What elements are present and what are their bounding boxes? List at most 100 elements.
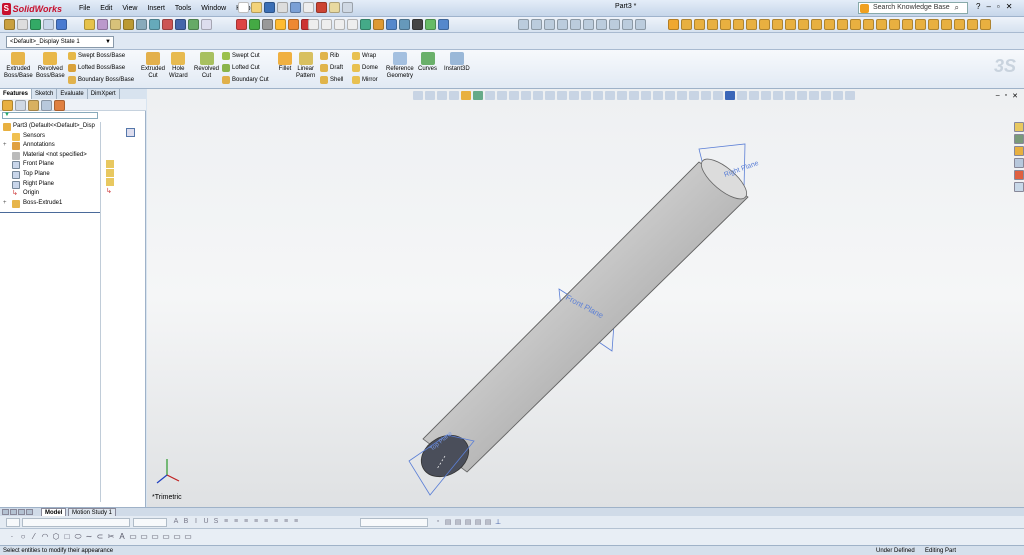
menu-tools[interactable]: Tools — [170, 3, 196, 14]
options-gear-icon[interactable] — [342, 2, 353, 13]
dimxpert-manager-icon[interactable] — [41, 100, 52, 111]
menu-edit[interactable]: Edit — [95, 3, 117, 14]
tree-item-origin[interactable]: ↳ Origin — [0, 189, 100, 199]
fillet-button[interactable]: Fillet — [278, 52, 292, 73]
extruded-cut-button[interactable]: Extruded Cut — [141, 52, 165, 80]
minimize-icon[interactable]: – — [986, 2, 990, 11]
toolbar-icon[interactable] — [928, 19, 939, 30]
first-tab-icon[interactable] — [2, 509, 9, 515]
tree-item-part[interactable]: Part3 (Default<<Default>_Disp — [0, 122, 100, 132]
toolbar-icon[interactable] — [412, 19, 423, 30]
toolbar-icon[interactable]: ▤ — [454, 518, 462, 526]
toolbar-icon[interactable] — [785, 19, 796, 30]
toolbar-icon[interactable] — [954, 19, 965, 30]
toolbar-icon[interactable]: ▭ — [151, 532, 159, 542]
text-icon[interactable]: A — [118, 532, 126, 542]
toolbar-icon[interactable] — [162, 19, 173, 30]
search-knowledge-base[interactable]: Search Knowledge Base ⌕ — [858, 2, 968, 14]
menu-file[interactable]: File — [74, 3, 95, 14]
strike-icon[interactable]: S — [212, 518, 220, 525]
print-icon[interactable] — [277, 2, 288, 13]
toolbar-icon[interactable] — [622, 19, 633, 30]
toolbar-icon[interactable] — [681, 19, 692, 30]
toolbar-icon[interactable] — [110, 19, 121, 30]
configuration-manager-icon[interactable] — [28, 100, 39, 111]
file-properties-icon[interactable] — [329, 2, 340, 13]
font-size-select[interactable] — [133, 518, 167, 527]
search-icon[interactable]: ⌕ — [955, 3, 959, 13]
instant3d-button[interactable]: Instant3D — [444, 52, 470, 73]
toolbar-icon[interactable] — [876, 19, 887, 30]
smart-dimension-icon[interactable] — [97, 19, 108, 30]
expand-icon[interactable]: + — [3, 141, 7, 151]
toolbar-icon[interactable] — [570, 19, 581, 30]
toolbar-icon[interactable] — [635, 19, 646, 30]
plane-visibility-icon[interactable] — [106, 160, 114, 168]
toolbar-icon[interactable]: ▫ — [434, 518, 442, 526]
toolbar-icon[interactable] — [149, 19, 160, 30]
toolbar-icon[interactable]: ▭ — [140, 532, 148, 542]
tree-item-front-plane[interactable]: Front Plane — [0, 160, 100, 170]
toolbar-icon[interactable] — [811, 19, 822, 30]
zoom-fit-icon[interactable] — [308, 19, 319, 30]
font-select[interactable] — [22, 518, 130, 527]
tab-sketch[interactable]: Sketch — [32, 89, 58, 99]
toolbar-icon[interactable] — [746, 19, 757, 30]
display-manager-icon[interactable] — [54, 100, 65, 111]
feature-manager-icon[interactable] — [2, 100, 13, 111]
toolbar-icon[interactable]: ▭ — [173, 532, 181, 542]
select-icon[interactable] — [347, 19, 358, 30]
justify-icon[interactable]: ≡ — [252, 518, 260, 525]
tree-filter[interactable]: ▼ — [2, 112, 98, 119]
toolbar-icon[interactable] — [544, 19, 555, 30]
hole-wizard-button[interactable]: Hole Wizard — [169, 52, 188, 80]
toolbar-icon[interactable] — [980, 19, 991, 30]
toolbar-icon[interactable] — [188, 19, 199, 30]
boundary-boss-button[interactable]: Boundary Boss/Base — [68, 76, 134, 84]
toolbar-icon[interactable] — [772, 19, 783, 30]
toolbar-icon[interactable] — [236, 19, 247, 30]
open-folder-icon[interactable] — [251, 2, 262, 13]
tree-item-annotations[interactable]: + Annotations — [0, 141, 100, 151]
plane-visibility-icon[interactable] — [106, 178, 114, 186]
toolbar-icon[interactable] — [373, 19, 384, 30]
toolbar-icon[interactable] — [915, 19, 926, 30]
toolbar-icon[interactable] — [694, 19, 705, 30]
toolbar-icon[interactable] — [262, 19, 273, 30]
toolbar-icon[interactable] — [798, 19, 809, 30]
toolbar-icon[interactable] — [531, 19, 542, 30]
layer-select[interactable] — [360, 518, 428, 527]
origin-visibility-icon[interactable]: ↳ — [106, 187, 114, 195]
trim-icon[interactable]: ✂ — [107, 532, 115, 542]
sum-icon[interactable] — [175, 19, 186, 30]
tab-dimxpert[interactable]: DimXpert — [88, 89, 120, 99]
bold-icon[interactable]: A — [172, 518, 180, 525]
toolbar-icon[interactable] — [759, 19, 770, 30]
toolbar-icon[interactable] — [720, 19, 731, 30]
toolbar-icon[interactable] — [967, 19, 978, 30]
select-icon[interactable] — [43, 19, 54, 30]
toolbar-icon[interactable]: ≡ — [282, 518, 290, 525]
display-style-icon[interactable] — [399, 19, 410, 30]
help-icon[interactable]: ? — [976, 2, 980, 11]
rectangle-icon[interactable]: □ — [63, 532, 71, 542]
lofted-boss-button[interactable]: Lofted Boss/Base — [68, 64, 125, 72]
draft-button[interactable]: Draft — [320, 64, 343, 72]
toolbar-icon[interactable] — [850, 19, 861, 30]
toolbar-icon[interactable] — [889, 19, 900, 30]
menu-view[interactable]: View — [117, 3, 142, 14]
expand-icon[interactable]: + — [3, 199, 7, 209]
toolbar-icon[interactable]: ▤ — [474, 518, 482, 526]
zoom-area-icon[interactable] — [321, 19, 332, 30]
display-state-select[interactable]: <Default>_Display State 1 ▼ — [6, 36, 114, 48]
toolbar-icon[interactable] — [201, 19, 212, 30]
toolbar-icon[interactable]: ▭ — [162, 532, 170, 542]
toolbar-icon[interactable]: ▤ — [464, 518, 472, 526]
toolbar-icon[interactable] — [733, 19, 744, 30]
sketch-icon[interactable] — [84, 19, 95, 30]
align-left-icon[interactable]: ≡ — [222, 518, 230, 525]
revolved-cut-button[interactable]: Revolved Cut — [194, 52, 219, 80]
italic-icon[interactable]: I — [192, 518, 200, 525]
toolbar-icon[interactable] — [123, 19, 134, 30]
dome-button[interactable]: Dome — [352, 64, 378, 72]
